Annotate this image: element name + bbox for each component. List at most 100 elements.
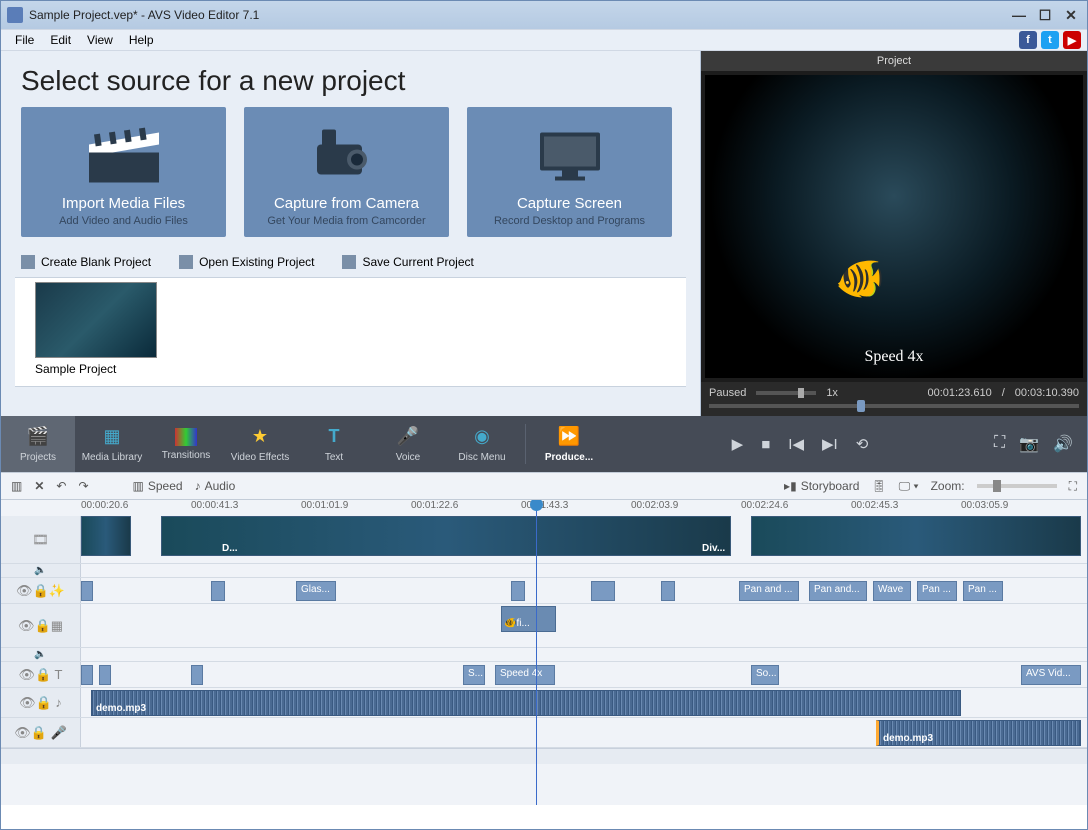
speed-button[interactable]: ▥ Speed bbox=[133, 479, 183, 493]
timeline-scrollbar[interactable] bbox=[1, 748, 1087, 764]
maximize-button[interactable]: ☐ bbox=[1035, 7, 1055, 23]
timeline-tool-1[interactable]: ▥ bbox=[11, 479, 22, 493]
effects-track-header[interactable]: 👁🔒✨ bbox=[1, 578, 81, 603]
save-current-project[interactable]: Save Current Project bbox=[342, 255, 473, 269]
tab-text[interactable]: TText bbox=[297, 416, 371, 472]
video-clip[interactable]: D...Div... bbox=[161, 516, 731, 556]
video-audio-header[interactable]: 🔈 bbox=[1, 564, 81, 577]
play-button[interactable]: ▶ bbox=[732, 435, 744, 453]
delete-button[interactable]: ✕ bbox=[34, 479, 44, 493]
effect-clip[interactable]: Pan ... bbox=[963, 581, 1003, 601]
time-ruler[interactable]: 00:00:20.6 00:00:41.3 00:01:01.9 00:01:2… bbox=[1, 500, 1087, 516]
tab-media-label: Media Library bbox=[82, 452, 143, 463]
menu-edit[interactable]: Edit bbox=[42, 31, 79, 49]
effect-clip[interactable] bbox=[591, 581, 615, 601]
create-blank-project[interactable]: Create Blank Project bbox=[21, 255, 151, 269]
loop-button[interactable]: ⟲ bbox=[856, 435, 869, 453]
capture-screen-button[interactable]: Capture Screen Record Desktop and Progra… bbox=[467, 107, 672, 237]
playhead[interactable] bbox=[536, 500, 537, 805]
video-clip[interactable] bbox=[751, 516, 1081, 556]
audio-clip[interactable]: demo.mp3 bbox=[876, 720, 1081, 746]
clapperboard-icon bbox=[84, 122, 164, 187]
monitor-icon bbox=[530, 122, 610, 187]
text-clip[interactable] bbox=[191, 665, 203, 685]
overlay-audio-header[interactable]: 🔈 bbox=[1, 648, 81, 661]
video-clip[interactable] bbox=[81, 516, 131, 556]
zoom-slider[interactable] bbox=[977, 484, 1057, 488]
music-track: 👁🔒 ♪ demo.mp3 bbox=[1, 688, 1087, 718]
time-sep: / bbox=[1002, 387, 1005, 399]
menu-help[interactable]: Help bbox=[121, 31, 162, 49]
text-clip[interactable]: So... bbox=[751, 665, 779, 685]
stop-button[interactable]: ■ bbox=[761, 436, 770, 453]
page-title: Select source for a new project bbox=[1, 51, 700, 107]
text-clip[interactable] bbox=[99, 665, 111, 685]
undo-button[interactable]: ↶ bbox=[56, 479, 66, 493]
prev-frame-button[interactable]: I◀ bbox=[788, 435, 804, 453]
volume-mixer-icon[interactable]: 🎚 bbox=[871, 479, 886, 493]
open-existing-project[interactable]: Open Existing Project bbox=[179, 255, 314, 269]
volume-icon[interactable]: 🔊 bbox=[1053, 434, 1073, 454]
tab-text-label: Text bbox=[325, 452, 343, 463]
tab-produce[interactable]: ⏩Produce... bbox=[532, 416, 606, 472]
tab-media-library[interactable]: ▦ Media Library bbox=[75, 416, 149, 472]
fullscreen-icon[interactable]: ⛶ bbox=[994, 434, 1005, 454]
tab-transitions[interactable]: Transitions bbox=[149, 416, 223, 472]
text-clip[interactable]: S... bbox=[463, 665, 485, 685]
next-frame-button[interactable]: ▶I bbox=[822, 435, 838, 453]
overlay-track-header[interactable]: 👁🔒▦ bbox=[1, 604, 81, 647]
text-clip[interactable] bbox=[81, 665, 93, 685]
effect-clip[interactable]: Wave bbox=[873, 581, 911, 601]
seek-bar[interactable] bbox=[709, 404, 1079, 408]
minimize-button[interactable]: — bbox=[1009, 7, 1029, 23]
storyboard-button[interactable]: ▸▮ Storyboard bbox=[784, 479, 859, 493]
overlay-clip[interactable]: 🐠fi... bbox=[501, 606, 556, 632]
text-clip[interactable]: Speed 4x bbox=[495, 665, 555, 685]
tab-disc-menu[interactable]: ◉Disc Menu bbox=[445, 416, 519, 472]
text-clip[interactable]: AVS Vid... bbox=[1021, 665, 1081, 685]
redo-button[interactable]: ↷ bbox=[78, 479, 88, 493]
youtube-icon[interactable]: ▶ bbox=[1063, 31, 1081, 49]
storyboard-label: Storyboard bbox=[801, 479, 860, 493]
effect-clip[interactable]: Pan and ... bbox=[739, 581, 799, 601]
effect-clip[interactable] bbox=[511, 581, 525, 601]
snapshot-icon[interactable]: 📷 bbox=[1019, 434, 1039, 454]
open-existing-label: Open Existing Project bbox=[199, 255, 314, 269]
video-track-header[interactable]: 🎞 bbox=[1, 516, 81, 563]
audio-clip[interactable]: demo.mp3 bbox=[91, 690, 961, 716]
ruler-tick: 00:01:01.9 bbox=[301, 500, 411, 516]
voice-track-header[interactable]: 👁🔒 🎤 bbox=[1, 718, 81, 747]
menu-file[interactable]: File bbox=[7, 31, 42, 49]
audio-button[interactable]: ♪ Audio bbox=[195, 479, 236, 493]
create-blank-label: Create Blank Project bbox=[41, 255, 151, 269]
media-icon: ▦ bbox=[100, 426, 124, 448]
effects-icon: ★ bbox=[248, 426, 272, 448]
speed-label: Speed bbox=[148, 479, 183, 493]
effect-clip[interactable] bbox=[81, 581, 93, 601]
effect-clip[interactable]: Pan and... bbox=[809, 581, 867, 601]
effect-clip[interactable] bbox=[211, 581, 225, 601]
display-settings-icon[interactable]: 🖵 ▾ bbox=[899, 479, 919, 494]
tab-projects[interactable]: 🎬Projects bbox=[1, 416, 75, 472]
text-track-header[interactable]: 👁🔒 T bbox=[1, 662, 81, 687]
fit-zoom-icon[interactable]: ⛶ bbox=[1069, 479, 1077, 494]
screen-title: Capture Screen bbox=[517, 195, 622, 212]
tab-video-effects[interactable]: ★Video Effects bbox=[223, 416, 297, 472]
project-thumbnail[interactable]: Sample Project bbox=[35, 282, 157, 376]
ruler-tick: 00:02:24.6 bbox=[741, 500, 851, 516]
effect-clip[interactable]: Pan ... bbox=[917, 581, 957, 601]
import-media-button[interactable]: Import Media Files Add Video and Audio F… bbox=[21, 107, 226, 237]
facebook-icon[interactable]: f bbox=[1019, 31, 1037, 49]
audio-label: demo.mp3 bbox=[883, 733, 933, 744]
music-track-header[interactable]: 👁🔒 ♪ bbox=[1, 688, 81, 717]
preview-viewport[interactable]: 🐠 Speed 4x bbox=[705, 75, 1083, 378]
speed-slider[interactable] bbox=[756, 391, 816, 395]
twitter-icon[interactable]: t bbox=[1041, 31, 1059, 49]
menu-view[interactable]: View bbox=[79, 31, 121, 49]
effect-clip[interactable]: Glas... bbox=[296, 581, 336, 601]
effect-clip[interactable] bbox=[661, 581, 675, 601]
transitions-icon bbox=[175, 428, 197, 446]
tab-voice[interactable]: 🎤Voice bbox=[371, 416, 445, 472]
close-button[interactable]: ✕ bbox=[1061, 7, 1081, 23]
capture-camera-button[interactable]: Capture from Camera Get Your Media from … bbox=[244, 107, 449, 237]
